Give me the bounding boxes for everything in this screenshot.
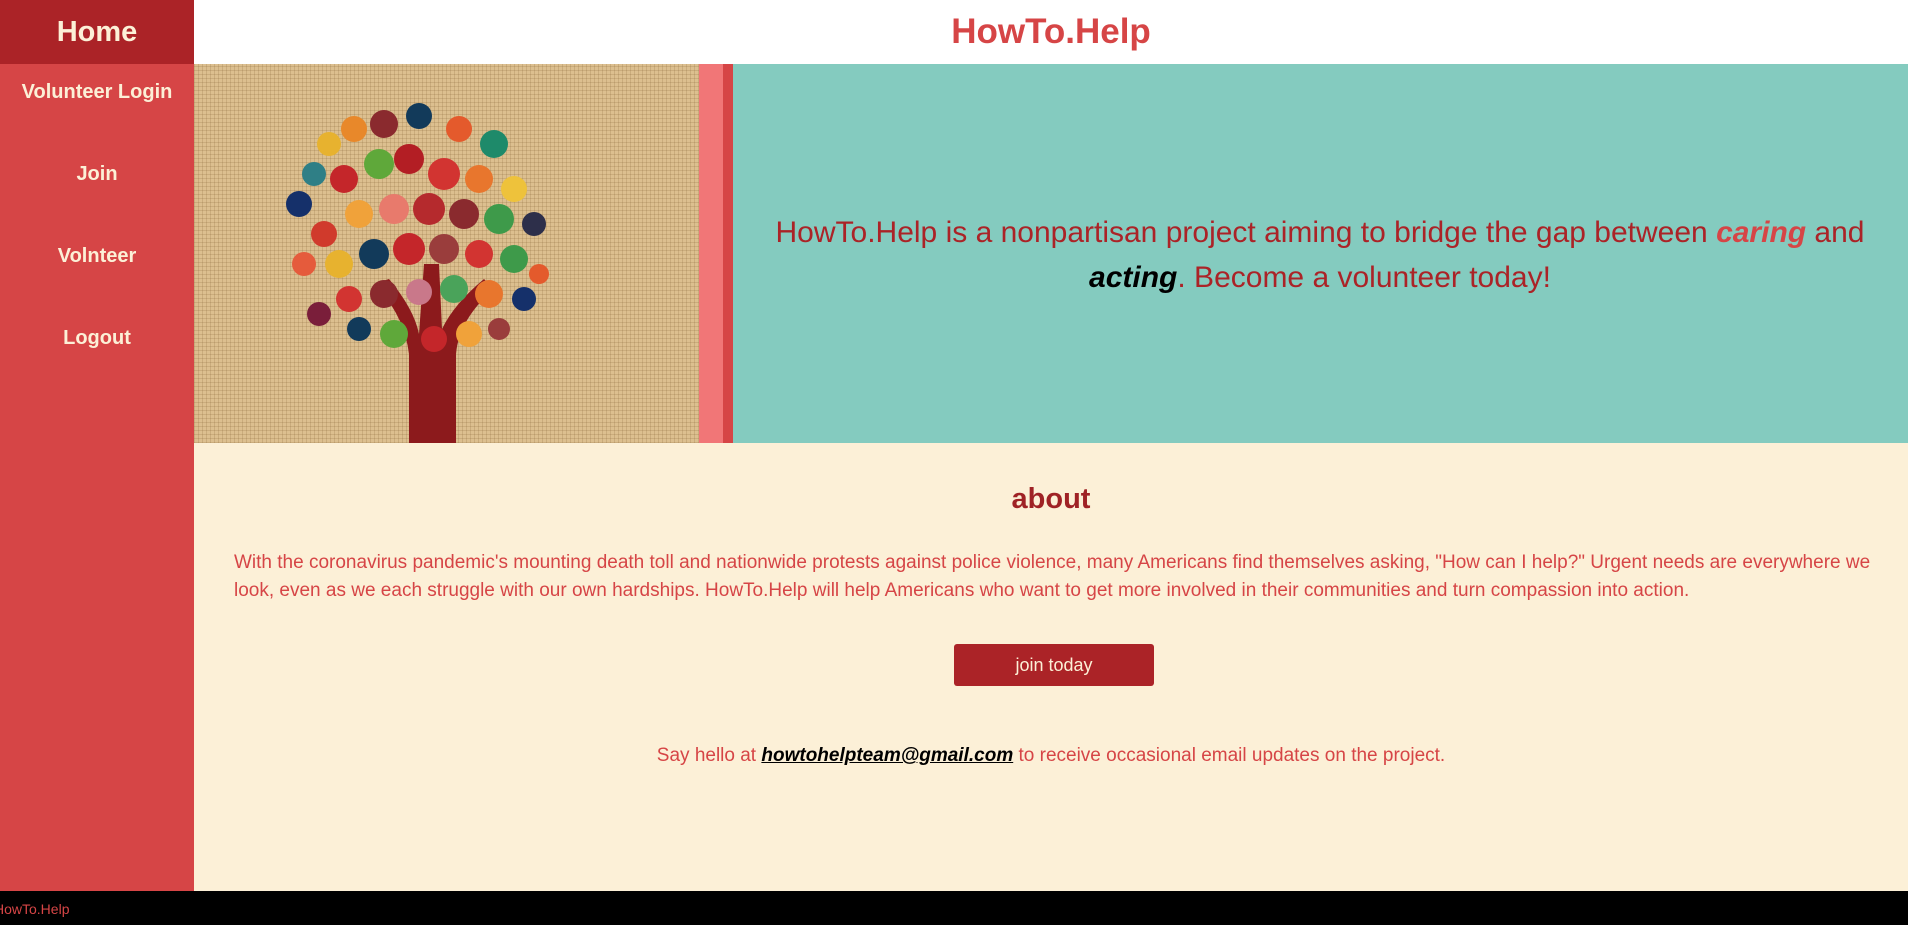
- hands-tree-illustration: [194, 64, 699, 443]
- hero-word-caring: caring: [1716, 216, 1807, 249]
- sidebar-item-volunteer-login[interactable]: Volunteer Login: [0, 81, 194, 104]
- hero-text-end: . Become a volunteer today!: [1177, 261, 1551, 294]
- hands-tree-icon: [286, 103, 549, 443]
- decorative-stripe-dark: [723, 64, 733, 443]
- contact-prefix: Say hello at: [656, 745, 762, 766]
- decorative-stripe-light: [699, 64, 723, 443]
- about-section: about With the coronavirus pandemic's mo…: [194, 443, 1908, 891]
- hero-tagline: HowTo.Help is a nonpartisan project aimi…: [770, 210, 1870, 300]
- hero-text-and: and: [1806, 216, 1865, 249]
- footer: HowTo.Help: [0, 891, 1908, 925]
- about-heading: about: [1011, 483, 1091, 515]
- hero-word-acting: acting: [1089, 261, 1178, 294]
- sidebar-item-volunteer[interactable]: Volnteer: [0, 245, 194, 268]
- contact-line: Say hello at howtohelpteam@gmail.com to …: [194, 745, 1908, 767]
- sidebar-item-logout[interactable]: Logout: [0, 327, 194, 350]
- contact-suffix: to receive occasional email updates on t…: [1013, 745, 1446, 766]
- footer-text: HowTo.Help: [0, 901, 70, 917]
- home-link[interactable]: Home: [0, 0, 194, 64]
- email-link[interactable]: howtohelpteam@gmail.com: [761, 745, 1013, 766]
- hero-panel: HowTo.Help is a nonpartisan project aimi…: [733, 64, 1908, 443]
- about-body: With the coronavirus pandemic's mounting…: [234, 552, 1871, 601]
- sidebar: Home Volunteer Login Join Volnteer Logou…: [0, 0, 194, 891]
- join-today-button[interactable]: join today: [954, 644, 1154, 686]
- top-header: HowTo.Help: [194, 0, 1908, 64]
- hero-text-start: HowTo.Help is a nonpartisan project aimi…: [775, 216, 1717, 249]
- sidebar-item-join[interactable]: Join: [0, 163, 194, 186]
- site-title: HowTo.Help: [951, 12, 1151, 51]
